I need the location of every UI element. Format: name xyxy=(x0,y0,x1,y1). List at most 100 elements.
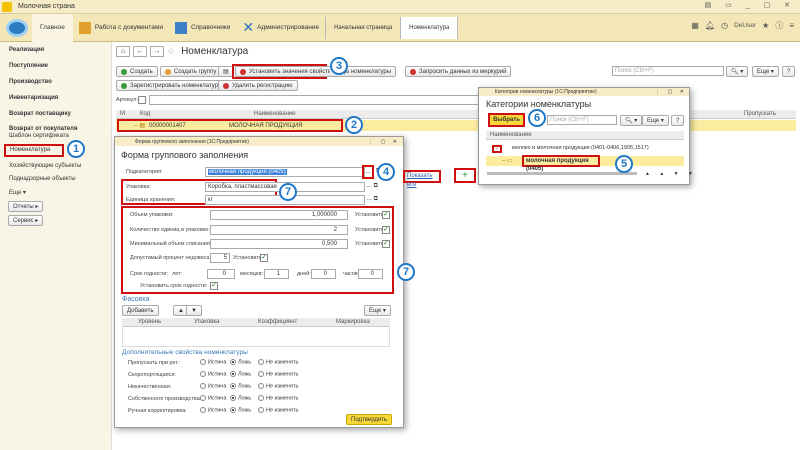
subcategory-input[interactable]: молочная продукция (0405) xyxy=(205,167,365,177)
tree-parent[interactable]: молоко и молочная продукция (0401-0406,1… xyxy=(512,145,649,151)
window-controls[interactable]: ▤ ▭ _ ▢ ✕ xyxy=(705,1,796,9)
categories-search-button[interactable]: 🔍︎ ▾ xyxy=(620,115,643,126)
min-set-checkbox[interactable]: ✓ xyxy=(382,240,390,248)
create-button[interactable]: Создать xyxy=(116,66,158,77)
favorite-icon[interactable]: ☆ xyxy=(167,46,175,57)
sidebar-item-return-buyer[interactable]: Возврат от покупателя xyxy=(9,126,78,132)
package-select-icon[interactable]: … ⧉ xyxy=(366,183,378,190)
prop4-keep[interactable]: Не изменять xyxy=(258,395,298,401)
dialog-controls[interactable]: ⋮ ▢ ✕ xyxy=(368,139,400,145)
search-input[interactable]: Поиск (Ctrl+F) xyxy=(612,66,724,76)
sidebar-item-realization[interactable]: Реализация xyxy=(9,47,44,53)
hours-input[interactable]: 0 xyxy=(358,269,383,279)
back-icon[interactable]: ← xyxy=(133,46,147,57)
sidebar-item-cert-template[interactable]: Шаблон сертификата xyxy=(9,133,69,139)
prop3-false[interactable]: Ложь xyxy=(230,383,251,389)
more-button[interactable]: Еще ▾ xyxy=(752,66,779,77)
grid-icon[interactable]: ▦ xyxy=(691,21,699,30)
sidebar-item-receipt[interactable]: Поступление xyxy=(9,63,48,69)
prop4-false[interactable]: Ложь xyxy=(230,395,251,401)
mercury-button[interactable]: Запросить данных из меркурий xyxy=(405,66,512,77)
volume-set-checkbox[interactable]: ✓ xyxy=(382,211,390,219)
categories-more-button[interactable]: Еще ▾ xyxy=(642,115,669,126)
create-group-button[interactable]: Создать группу xyxy=(160,66,222,77)
sidebar-item-production[interactable]: Производство xyxy=(9,79,52,85)
help-button[interactable]: ? xyxy=(782,66,796,77)
sidebar-item-inventory[interactable]: Инвентаризация xyxy=(9,95,58,101)
qty-set-checkbox[interactable]: ✓ xyxy=(382,226,390,234)
down-button[interactable]: ▼ xyxy=(186,305,202,316)
sidebar-item-more[interactable]: Еще ▾ xyxy=(9,189,26,196)
subcategory-select-button[interactable]: … xyxy=(362,165,374,179)
unit-select-icon[interactable]: … ⧉ xyxy=(366,196,378,203)
add-green-button[interactable]: + xyxy=(454,168,476,183)
section-docs[interactable]: Работа с документами xyxy=(73,21,169,34)
prop1-false[interactable]: Ложь xyxy=(230,359,251,365)
tree-child[interactable]: молочная продукция (0405) xyxy=(522,155,600,172)
tab-start[interactable]: Начальная страница xyxy=(325,16,402,39)
sidebar-item-entities[interactable]: Хозяйствующие субъекты xyxy=(9,163,81,169)
pct-set-checkbox[interactable]: ✓ xyxy=(260,254,268,262)
service-button[interactable]: Сервис ▸ xyxy=(8,215,44,226)
packing-table-body[interactable] xyxy=(122,327,390,347)
article-input[interactable] xyxy=(149,95,479,105)
documents-icon xyxy=(78,21,91,34)
section-home[interactable]: Главное xyxy=(32,13,73,42)
sidebar-item-objects[interactable]: Поднадзорные объекты xyxy=(9,176,76,182)
forward-icon[interactable]: → xyxy=(150,46,164,57)
categories-controls[interactable]: ⋮ ▢ ✕ xyxy=(655,89,687,95)
info-icon[interactable]: ⓘ xyxy=(775,20,783,31)
menu-icon[interactable]: ≡ xyxy=(789,21,794,30)
prop1-true[interactable]: Истина xyxy=(200,359,226,365)
prop5-keep[interactable]: Не изменять xyxy=(258,407,298,413)
prop4-true[interactable]: Истина xyxy=(200,395,226,401)
home-icon[interactable]: ⌂ xyxy=(116,46,130,57)
add-button[interactable]: Добавить xyxy=(122,305,159,316)
prop5-true[interactable]: Истина xyxy=(200,407,226,413)
prop2-keep[interactable]: Не изменять xyxy=(258,371,298,377)
section-admin[interactable]: ✕ Администрирование xyxy=(236,19,325,36)
years-input[interactable]: 0 xyxy=(207,269,235,279)
pct-input[interactable]: 5 xyxy=(210,253,230,263)
categories-nav[interactable]: ▲ ▲ ▼ ▼ xyxy=(645,171,697,177)
min-input[interactable]: 0,500 xyxy=(210,239,348,249)
set-shelf-checkbox[interactable]: ✓ xyxy=(210,282,218,290)
prop5-false[interactable]: Ложь xyxy=(230,407,251,413)
prop3-true[interactable]: Истина xyxy=(200,383,226,389)
sidebar-item-return-supplier[interactable]: Возврат поставщику xyxy=(9,111,71,117)
prop3-keep[interactable]: Не изменять xyxy=(258,383,298,389)
register-button[interactable]: Зарегистрировать номенклатуру xyxy=(116,80,226,91)
hours-label: часов: xyxy=(343,271,360,277)
prop-label-2: Скоропортящаяся: xyxy=(128,372,176,378)
reports-button[interactable]: Отчеты ▸ xyxy=(8,201,44,212)
set-properties-button[interactable]: Установить значения свойств xyxy=(235,66,337,77)
search-button[interactable]: 🔍︎ ▾ xyxy=(726,66,749,77)
marker-2: 2 xyxy=(345,116,363,134)
marker-6: 6 xyxy=(528,109,546,127)
months-input[interactable]: 1 xyxy=(264,269,289,279)
categories-help-button[interactable]: ? xyxy=(671,115,685,126)
star-icon[interactable]: ★ xyxy=(762,21,769,30)
unregister-button[interactable]: Удалить регистрацию xyxy=(218,80,298,91)
categories-search[interactable]: Поиск (Ctrl+F) xyxy=(547,115,617,125)
qty-input[interactable]: 2 xyxy=(210,225,348,235)
packing-more-button[interactable]: Еще ▾ xyxy=(364,305,391,316)
select-button[interactable]: Выбрать xyxy=(488,113,525,127)
prop1-keep[interactable]: Не изменять xyxy=(258,359,298,365)
sidebar-item-nomenclature[interactable]: Номенклатура xyxy=(4,144,64,157)
main-menu-icon[interactable] xyxy=(2,16,32,40)
prop2-false[interactable]: Ложь xyxy=(230,371,251,377)
bell-icon[interactable]: 🔔︎ xyxy=(705,21,715,30)
days-input[interactable]: 0 xyxy=(311,269,336,279)
section-refs[interactable]: Справочники xyxy=(169,21,236,34)
article-checkbox[interactable] xyxy=(138,96,146,104)
categories-scrollbar[interactable] xyxy=(487,172,637,175)
prop2-true[interactable]: Истина xyxy=(200,371,226,377)
confirm-button[interactable]: Подтвердить xyxy=(346,414,393,425)
qty-label: Количество единиц в упаковке: xyxy=(130,227,210,233)
volume-input[interactable]: 1,000000 xyxy=(210,210,348,220)
tab-nom[interactable]: Номенклатура xyxy=(401,16,459,39)
tree-toggle[interactable]: – xyxy=(492,145,502,153)
show-all-link[interactable]: Показать все xyxy=(403,170,441,188)
history-icon[interactable]: ◷ xyxy=(721,21,728,30)
